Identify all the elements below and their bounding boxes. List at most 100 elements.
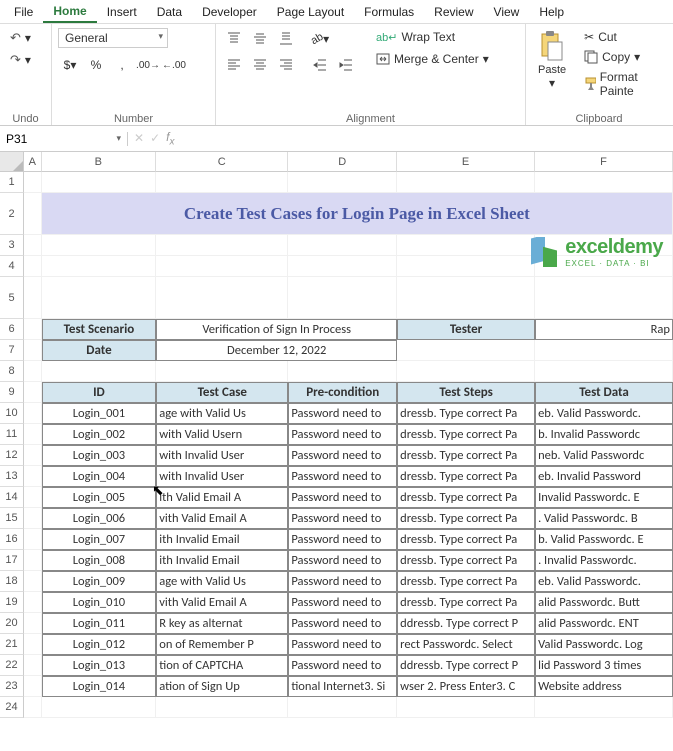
testcase-cell[interactable]: ation of Sign Up [156, 676, 288, 697]
teststeps-cell[interactable]: dressb. Type correct Pa [397, 550, 535, 571]
cell[interactable] [24, 445, 42, 466]
date-value[interactable]: December 12, 2022 [156, 340, 397, 361]
testdata-cell[interactable]: alid Passwordc. ENT [535, 613, 673, 634]
decrease-indent-button[interactable] [308, 54, 332, 76]
cell[interactable] [156, 235, 288, 256]
testcase-cell[interactable]: R key as alternat [156, 613, 288, 634]
menu-page-layout[interactable]: Page Layout [267, 2, 354, 22]
testdata-cell[interactable]: b. Invalid Passwordc [535, 424, 673, 445]
cell[interactable] [288, 697, 397, 718]
id-cell[interactable]: Login_011 [42, 613, 157, 634]
align-center-button[interactable] [248, 54, 272, 76]
teststeps-cell[interactable]: dressb. Type correct Pa [397, 508, 535, 529]
cell[interactable] [42, 172, 157, 193]
testdata-cell[interactable]: lid Password 3 times [535, 655, 673, 676]
id-cell[interactable]: Login_009 [42, 571, 157, 592]
cell[interactable] [24, 655, 42, 676]
id-cell[interactable]: Login_005 [42, 487, 157, 508]
id-cell[interactable]: Login_007 [42, 529, 157, 550]
row-header-11[interactable]: 11 [0, 424, 24, 445]
cell[interactable] [24, 256, 42, 277]
cell[interactable] [397, 340, 535, 361]
id-cell[interactable]: Login_006 [42, 508, 157, 529]
row-header-13[interactable]: 13 [0, 466, 24, 487]
redo-button[interactable]: ↷▾ [6, 50, 35, 70]
cell[interactable] [535, 172, 673, 193]
teststeps-cell[interactable]: dressb. Type correct Pa [397, 529, 535, 550]
table-header-pre-condition[interactable]: Pre-condition [288, 382, 397, 403]
teststeps-cell[interactable]: dressb. Type correct Pa [397, 424, 535, 445]
cell[interactable] [24, 466, 42, 487]
testcase-cell[interactable]: ith Invalid Email [156, 550, 288, 571]
cell[interactable] [24, 487, 42, 508]
paste-button[interactable]: Paste▾ [532, 28, 572, 111]
cell[interactable] [288, 256, 397, 277]
cell[interactable] [535, 361, 673, 382]
testdata-cell[interactable]: Website address [535, 676, 673, 697]
align-middle-button[interactable] [248, 28, 272, 50]
increase-indent-button[interactable] [334, 54, 358, 76]
cell[interactable] [42, 361, 157, 382]
teststeps-cell[interactable]: ddressb. Type correct P [397, 613, 535, 634]
cell[interactable] [535, 340, 673, 361]
testcase-cell[interactable]: age with Valid Us [156, 571, 288, 592]
table-header-test-steps[interactable]: Test Steps [397, 382, 535, 403]
col-header-B[interactable]: B [42, 152, 157, 172]
row-header-15[interactable]: 15 [0, 508, 24, 529]
precondition-cell[interactable]: Password need to [288, 550, 397, 571]
teststeps-cell[interactable]: dressb. Type correct Pa [397, 592, 535, 613]
precondition-cell[interactable]: Password need to [288, 487, 397, 508]
cell[interactable] [397, 172, 535, 193]
cell[interactable] [24, 193, 42, 235]
row-header-20[interactable]: 20 [0, 613, 24, 634]
testcase-cell[interactable]: with Invalid User [156, 466, 288, 487]
cell[interactable] [24, 592, 42, 613]
sheet-title[interactable]: Create Test Cases for Login Page in Exce… [42, 193, 673, 235]
precondition-cell[interactable]: Password need to [288, 634, 397, 655]
menu-file[interactable]: File [4, 2, 43, 22]
cell[interactable] [535, 697, 673, 718]
precondition-cell[interactable]: Password need to [288, 655, 397, 676]
cell[interactable] [24, 340, 42, 361]
testdata-cell[interactable]: eb. Invalid Password [535, 466, 673, 487]
cell[interactable] [288, 235, 397, 256]
tester-value[interactable]: Rap [535, 319, 673, 340]
wrap-text-button[interactable]: ab↵Wrap Text [372, 28, 493, 46]
row-header-24[interactable]: 24 [0, 697, 24, 718]
cell[interactable] [24, 613, 42, 634]
row-header-5[interactable]: 5 [0, 277, 24, 319]
precondition-cell[interactable]: Password need to [288, 445, 397, 466]
cell[interactable] [397, 361, 535, 382]
cell[interactable] [24, 571, 42, 592]
cell[interactable] [397, 235, 535, 256]
cell[interactable] [535, 277, 673, 319]
menu-insert[interactable]: Insert [97, 2, 147, 22]
row-header-7[interactable]: 7 [0, 340, 24, 361]
table-header-test-data[interactable]: Test Data [535, 382, 673, 403]
row-header-18[interactable]: 18 [0, 571, 24, 592]
tester-label[interactable]: Tester [397, 319, 535, 340]
increase-decimal-button[interactable]: .00→ [136, 54, 160, 76]
row-header-16[interactable]: 16 [0, 529, 24, 550]
cell[interactable] [288, 277, 397, 319]
merge-center-button[interactable]: Merge & Center ▾ [372, 50, 493, 68]
scenario-value[interactable]: Verification of Sign In Process [156, 319, 397, 340]
cell[interactable] [156, 256, 288, 277]
comma-button[interactable]: , [110, 54, 134, 76]
scenario-label[interactable]: Test Scenario [42, 319, 157, 340]
precondition-cell[interactable]: Password need to [288, 529, 397, 550]
cell[interactable] [42, 235, 157, 256]
cell[interactable] [24, 634, 42, 655]
id-cell[interactable]: Login_014 [42, 676, 157, 697]
testcase-cell[interactable]: tion of CAPTCHA [156, 655, 288, 676]
align-left-button[interactable] [222, 54, 246, 76]
undo-button[interactable]: ↶▾ [6, 28, 35, 48]
copy-button[interactable]: Copy ▾ [580, 48, 666, 66]
testcase-cell[interactable]: with Invalid User [156, 445, 288, 466]
cell[interactable] [24, 403, 42, 424]
testdata-cell[interactable]: b. Valid Passwordc. E [535, 529, 673, 550]
row-header-3[interactable]: 3 [0, 235, 24, 256]
testcase-cell[interactable]: ith Invalid Email [156, 529, 288, 550]
number-format-combo[interactable]: General [58, 28, 168, 48]
teststeps-cell[interactable]: dressb. Type correct Pa [397, 571, 535, 592]
